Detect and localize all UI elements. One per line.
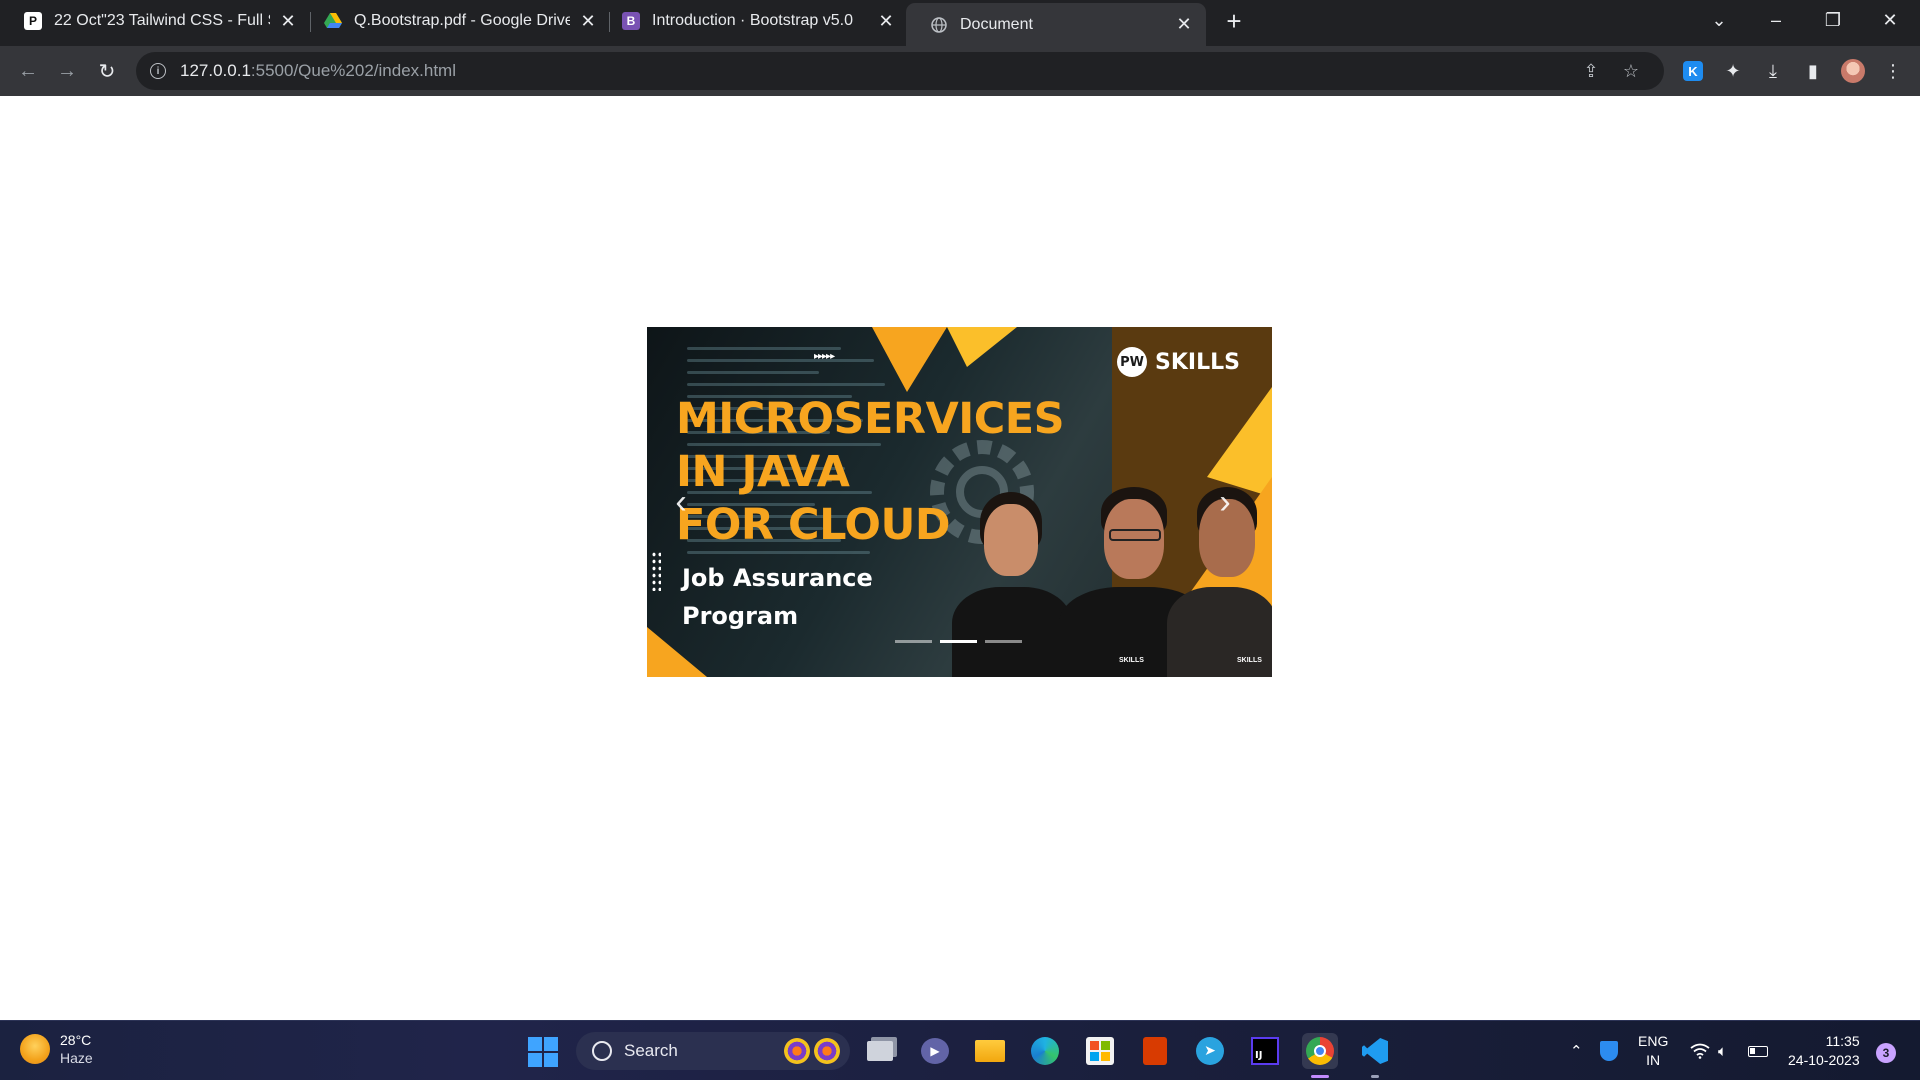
instructor-photo xyxy=(952,492,1072,677)
tab-title: Q.Bootstrap.pdf - Google Drive xyxy=(354,12,570,29)
globe-icon xyxy=(930,16,948,34)
search-highlight-decoration xyxy=(784,1038,842,1064)
headline-line: MICROSERVICES xyxy=(676,394,1065,444)
windows-taskbar: 28°C Haze Search ▶ ➤ IJ ⌃ ENG IN 🔈︎ 11:3… xyxy=(0,1020,1920,1080)
slide-subtitle: Job Assurance Program xyxy=(682,559,873,635)
tab-search-chevron-icon[interactable]: ⌄ xyxy=(1691,0,1747,40)
notification-count-badge[interactable]: 3 xyxy=(1876,1043,1896,1063)
restore-button[interactable]: ❐ xyxy=(1805,0,1861,40)
kee-extension-icon[interactable]: K xyxy=(1678,56,1708,86)
volume-icon[interactable]: 🔈︎ xyxy=(1718,1021,1727,1081)
subtitle-line: Program xyxy=(682,602,799,630)
chrome-icon[interactable] xyxy=(1302,1033,1338,1078)
vscode-icon[interactable] xyxy=(1357,1033,1393,1078)
security-shield-icon[interactable] xyxy=(1600,1021,1618,1081)
reload-icon[interactable]: ↻ xyxy=(91,55,123,87)
close-tab-icon[interactable]: ✕ xyxy=(278,11,298,31)
pw-logo-mark: PW xyxy=(1117,347,1147,377)
tab-title: Document xyxy=(960,15,1033,33)
show-hidden-icons-chevron-icon[interactable]: ⌃ xyxy=(1570,1021,1583,1081)
pw-skills-logo: PW SKILLS xyxy=(1117,347,1240,377)
haze-weather-icon xyxy=(20,1034,50,1064)
start-windows-icon[interactable] xyxy=(528,1037,558,1067)
tab-title: 22 Oct"23 Tailwind CSS - Full Sta xyxy=(54,12,270,29)
back-arrow-icon[interactable]: ← xyxy=(12,55,44,87)
language-code: ENG xyxy=(1638,1033,1669,1049)
close-tab-icon[interactable]: ✕ xyxy=(578,11,598,31)
site-info-icon[interactable]: i xyxy=(150,63,166,79)
region-code: IN xyxy=(1646,1052,1661,1068)
carousel-indicator-active[interactable] xyxy=(940,640,977,643)
browser-toolbar: ← → ↻ i 127.0.0.1:5500/Que%202/index.htm… xyxy=(0,46,1920,96)
side-panel-icon[interactable]: ▮ xyxy=(1798,56,1828,86)
file-explorer-icon[interactable] xyxy=(972,1033,1008,1069)
clock-time: 11:35 xyxy=(1825,1033,1860,1049)
language-indicator[interactable]: ENG IN xyxy=(1638,1021,1668,1081)
tab-title: Introduction · Bootstrap v5.0 xyxy=(652,12,853,29)
google-drive-icon xyxy=(324,12,342,30)
page-viewport: ▸▸▸▸▸ PW SKILLS MICROSERVICES IN JAVA FO… xyxy=(0,96,1920,1020)
carousel-indicator[interactable] xyxy=(895,640,932,643)
bootstrap-icon: B xyxy=(622,12,640,30)
logo-text: SKILLS xyxy=(1155,349,1240,375)
tab-bootstrap[interactable]: B Introduction · Bootstrap v5.0 ✕ xyxy=(598,4,908,38)
carousel-next-button[interactable]: › xyxy=(1205,477,1245,527)
tab-google-drive[interactable]: Q.Bootstrap.pdf - Google Drive ✕ xyxy=(300,4,610,38)
task-view-icon[interactable] xyxy=(862,1033,898,1069)
search-icon xyxy=(592,1041,612,1061)
taskbar-search[interactable]: Search xyxy=(576,1032,850,1070)
telegram-icon[interactable]: ➤ xyxy=(1192,1033,1228,1069)
microsoft-store-icon[interactable] xyxy=(1082,1033,1118,1069)
download-icon[interactable]: ⤓ xyxy=(1758,56,1788,86)
close-tab-icon[interactable]: ✕ xyxy=(876,11,896,31)
minimize-button[interactable]: – xyxy=(1748,0,1804,40)
address-bar[interactable]: i 127.0.0.1:5500/Que%202/index.html ⇪ ☆ xyxy=(136,52,1664,90)
forward-arrow-icon[interactable]: → xyxy=(51,55,83,87)
image-carousel[interactable]: ▸▸▸▸▸ PW SKILLS MICROSERVICES IN JAVA FO… xyxy=(647,327,1272,677)
chevrons-decoration: ▸▸▸▸▸ xyxy=(814,351,835,362)
share-icon[interactable]: ⇪ xyxy=(1576,52,1606,90)
wifi-icon[interactable] xyxy=(1690,1021,1710,1081)
url-host: 127.0.0.1 xyxy=(180,61,251,80)
subtitle-line: Job Assurance xyxy=(682,564,873,592)
close-window-button[interactable]: ✕ xyxy=(1862,0,1918,40)
system-clock[interactable]: 11:35 24-10-2023 xyxy=(1788,1032,1860,1070)
extensions-puzzle-icon[interactable]: ✦ xyxy=(1718,56,1748,86)
browser-tab-strip: P 22 Oct"23 Tailwind CSS - Full Sta ✕ Q.… xyxy=(0,0,1920,46)
weather-widget[interactable]: 28°C Haze xyxy=(20,1031,93,1067)
carousel-indicator[interactable] xyxy=(985,640,1022,643)
shirt-logo-text: SKILLS xyxy=(1119,657,1144,664)
weather-condition: Haze xyxy=(60,1050,93,1066)
bookmark-star-icon[interactable]: ☆ xyxy=(1616,52,1646,90)
search-label: Search xyxy=(624,1041,678,1060)
shirt-logo-text: SKILLS xyxy=(1237,657,1262,664)
teams-chat-icon[interactable]: ▶ xyxy=(917,1033,953,1069)
close-tab-icon[interactable]: ✕ xyxy=(1174,14,1194,35)
clock-date: 24-10-2023 xyxy=(1788,1052,1860,1068)
edge-icon[interactable] xyxy=(1027,1033,1063,1069)
tab-tailwind[interactable]: P 22 Oct"23 Tailwind CSS - Full Sta ✕ xyxy=(0,4,310,38)
dots-decoration xyxy=(651,551,661,591)
carousel-indicators xyxy=(895,640,1022,643)
new-tab-button[interactable]: + xyxy=(1220,6,1248,36)
office-icon[interactable] xyxy=(1137,1033,1173,1069)
menu-kebab-icon[interactable]: ⋮ xyxy=(1878,56,1908,86)
url-path: :5500/Que%202/index.html xyxy=(250,61,456,80)
pw-logo-icon: P xyxy=(24,12,42,30)
profile-avatar[interactable] xyxy=(1838,56,1868,86)
tab-document[interactable]: Document ✕ xyxy=(906,3,1206,46)
weather-temperature: 28°C xyxy=(60,1032,92,1048)
intellij-icon[interactable]: IJ xyxy=(1247,1033,1283,1069)
battery-icon[interactable] xyxy=(1748,1021,1768,1081)
carousel-prev-button[interactable]: ‹ xyxy=(661,477,701,527)
